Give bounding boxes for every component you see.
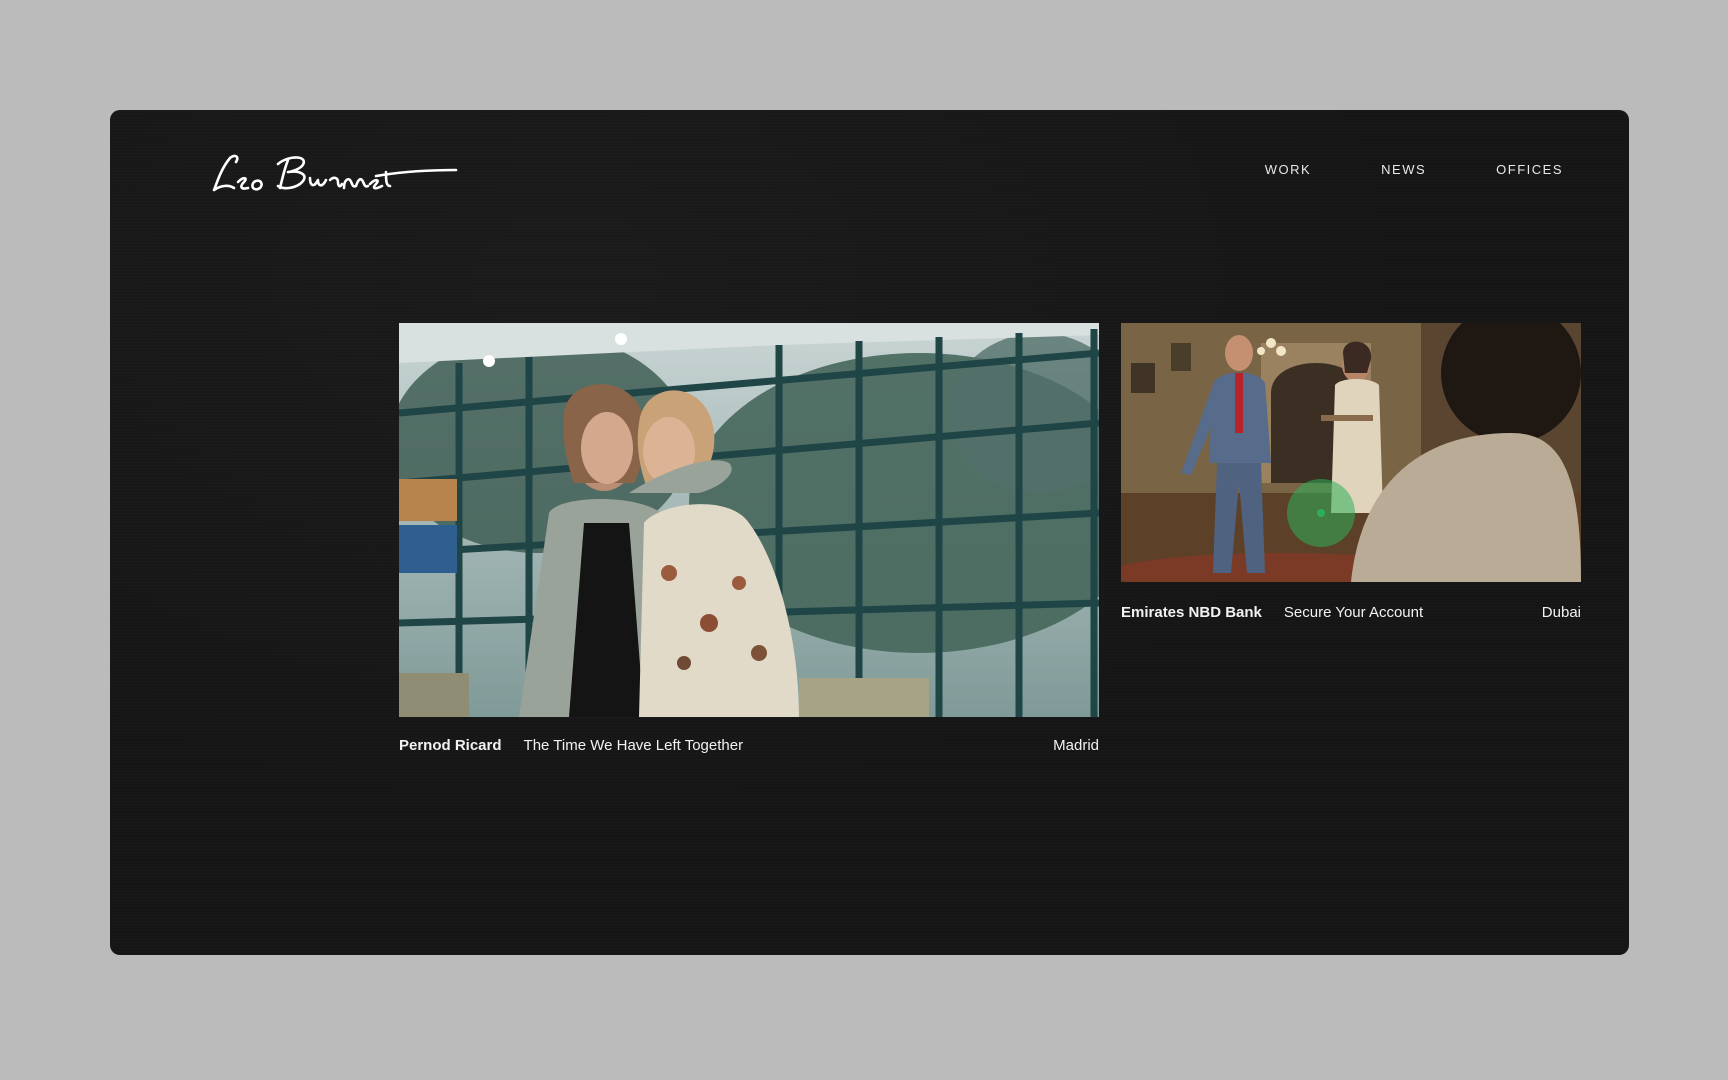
nav-work[interactable]: WORK — [1265, 162, 1311, 177]
women-hugging-image — [399, 323, 1099, 717]
work-title[interactable]: Secure Your Account — [1284, 604, 1542, 621]
nav-offices[interactable]: OFFICES — [1496, 162, 1563, 177]
man-in-suit-image — [1121, 323, 1581, 582]
work-caption: Pernod Ricard The Time We Have Left Toge… — [399, 737, 1099, 754]
office-location: Dubai — [1541, 604, 1581, 621]
office-location: Madrid — [1053, 737, 1099, 754]
main-nav: WORK NEWS OFFICES — [1265, 162, 1563, 177]
work-card-pernod-ricard: Pernod Ricard The Time We Have Left Toge… — [399, 323, 1099, 754]
signature-logo-icon — [212, 154, 458, 192]
work-thumbnail[interactable] — [399, 323, 1099, 717]
nav-news[interactable]: NEWS — [1381, 162, 1426, 177]
work-title[interactable]: The Time We Have Left Together — [524, 737, 1054, 754]
work-card-emirates-nbd: Emirates NBD Bank Secure Your Account Du… — [1121, 323, 1581, 621]
work-thumbnail[interactable] — [1121, 323, 1581, 582]
client-name[interactable]: Pernod Ricard — [399, 737, 502, 754]
client-name[interactable]: Emirates NBD Bank — [1121, 604, 1262, 621]
site-window: WORK NEWS OFFICES Pernod Ricard The Time… — [110, 110, 1629, 955]
leo-burnett-logo[interactable] — [210, 146, 460, 206]
work-caption: Emirates NBD Bank Secure Your Account Du… — [1121, 604, 1581, 621]
